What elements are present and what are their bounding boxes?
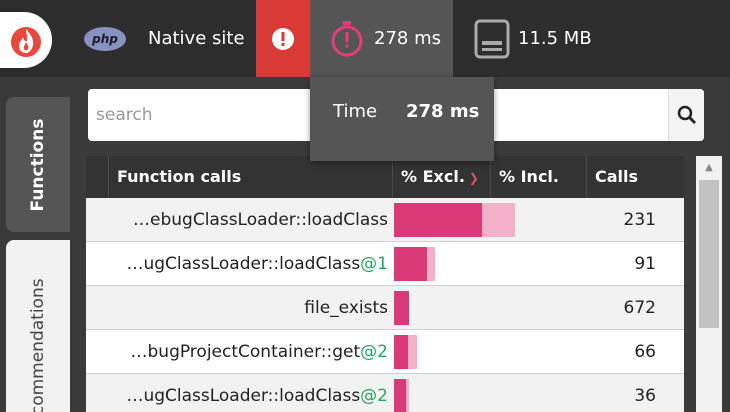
- calls-value: 231: [623, 210, 656, 230]
- expand-column-header: [86, 156, 108, 198]
- table-scrollbar[interactable]: ▲: [696, 156, 722, 412]
- scroll-thumb[interactable]: [699, 180, 719, 328]
- memory-value: 11.5 MB: [518, 28, 592, 49]
- table-row[interactable]: file_exists 672: [86, 286, 684, 330]
- time-metric-tab[interactable]: 278 ms: [310, 0, 453, 77]
- scroll-up-icon[interactable]: ▲: [696, 156, 722, 178]
- blackfire-logo[interactable]: [0, 12, 52, 68]
- table-row[interactable]: …ugClassLoader::loadClass@1 91: [86, 242, 684, 286]
- cost-bar: [394, 203, 584, 237]
- time-tooltip: Time 278 ms: [310, 77, 494, 161]
- function-name: …ugClassLoader::loadClass@1: [126, 254, 388, 274]
- function-name: file_exists: [304, 298, 388, 318]
- column-header-calls[interactable]: Calls: [586, 156, 684, 198]
- memory-icon[interactable]: [474, 19, 510, 59]
- calls-value: 66: [634, 342, 656, 362]
- function-table-body: …ebugClassLoader::loadClass 231 …ugClass…: [86, 198, 684, 412]
- function-name: …ugClassLoader::loadClass@2: [126, 386, 388, 406]
- cost-bar: [394, 247, 584, 281]
- tooltip-label: Time: [333, 101, 378, 122]
- tooltip-value: 278 ms: [406, 101, 480, 122]
- site-label: Native site: [148, 28, 245, 49]
- calls-value: 91: [634, 254, 656, 274]
- excl-bar: [394, 247, 428, 281]
- function-name: …bugProjectContainer::get@2: [130, 342, 389, 362]
- table-row[interactable]: …bugProjectContainer::get@2 66: [86, 330, 684, 374]
- search-icon: [677, 105, 696, 124]
- alert-button[interactable]: [256, 0, 310, 77]
- table-row[interactable]: …ebugClassLoader::loadClass 231: [86, 198, 684, 242]
- column-header-excl[interactable]: % Excl. ❯: [392, 156, 490, 198]
- excl-bar: [394, 203, 483, 237]
- table-row[interactable]: …ugClassLoader::loadClass@2 36: [86, 374, 684, 412]
- alert-icon: [272, 27, 294, 50]
- top-toolbar: php Native site 278 ms 11.5 MB: [0, 0, 730, 77]
- table-header: Function calls % Excl. ❯ % Incl. Calls: [86, 156, 684, 198]
- php-icon: php: [84, 27, 126, 51]
- tab-recommendations-label: ecommendations: [28, 277, 48, 412]
- calls-value: 36: [634, 386, 656, 406]
- excl-bar: [394, 379, 407, 412]
- tab-functions[interactable]: Functions: [6, 97, 70, 232]
- search-button[interactable]: [668, 89, 704, 141]
- column-header-incl[interactable]: % Incl.: [490, 156, 586, 198]
- column-header-function-calls[interactable]: Function calls: [108, 156, 392, 198]
- flame-icon: [11, 27, 41, 57]
- calls-value: 672: [623, 298, 656, 318]
- cost-bar: [394, 379, 584, 412]
- cost-bar: [394, 335, 584, 369]
- excl-bar: [394, 335, 409, 369]
- tab-functions-label: Functions: [28, 118, 48, 211]
- sort-desc-icon: ❯: [468, 171, 479, 185]
- excl-bar: [394, 291, 410, 325]
- function-name: …ebugClassLoader::loadClass: [133, 210, 388, 230]
- cost-bar: [394, 291, 584, 325]
- time-value: 278 ms: [374, 28, 441, 49]
- tab-recommendations[interactable]: ecommendations: [6, 240, 70, 412]
- stopwatch-icon: [331, 21, 363, 57]
